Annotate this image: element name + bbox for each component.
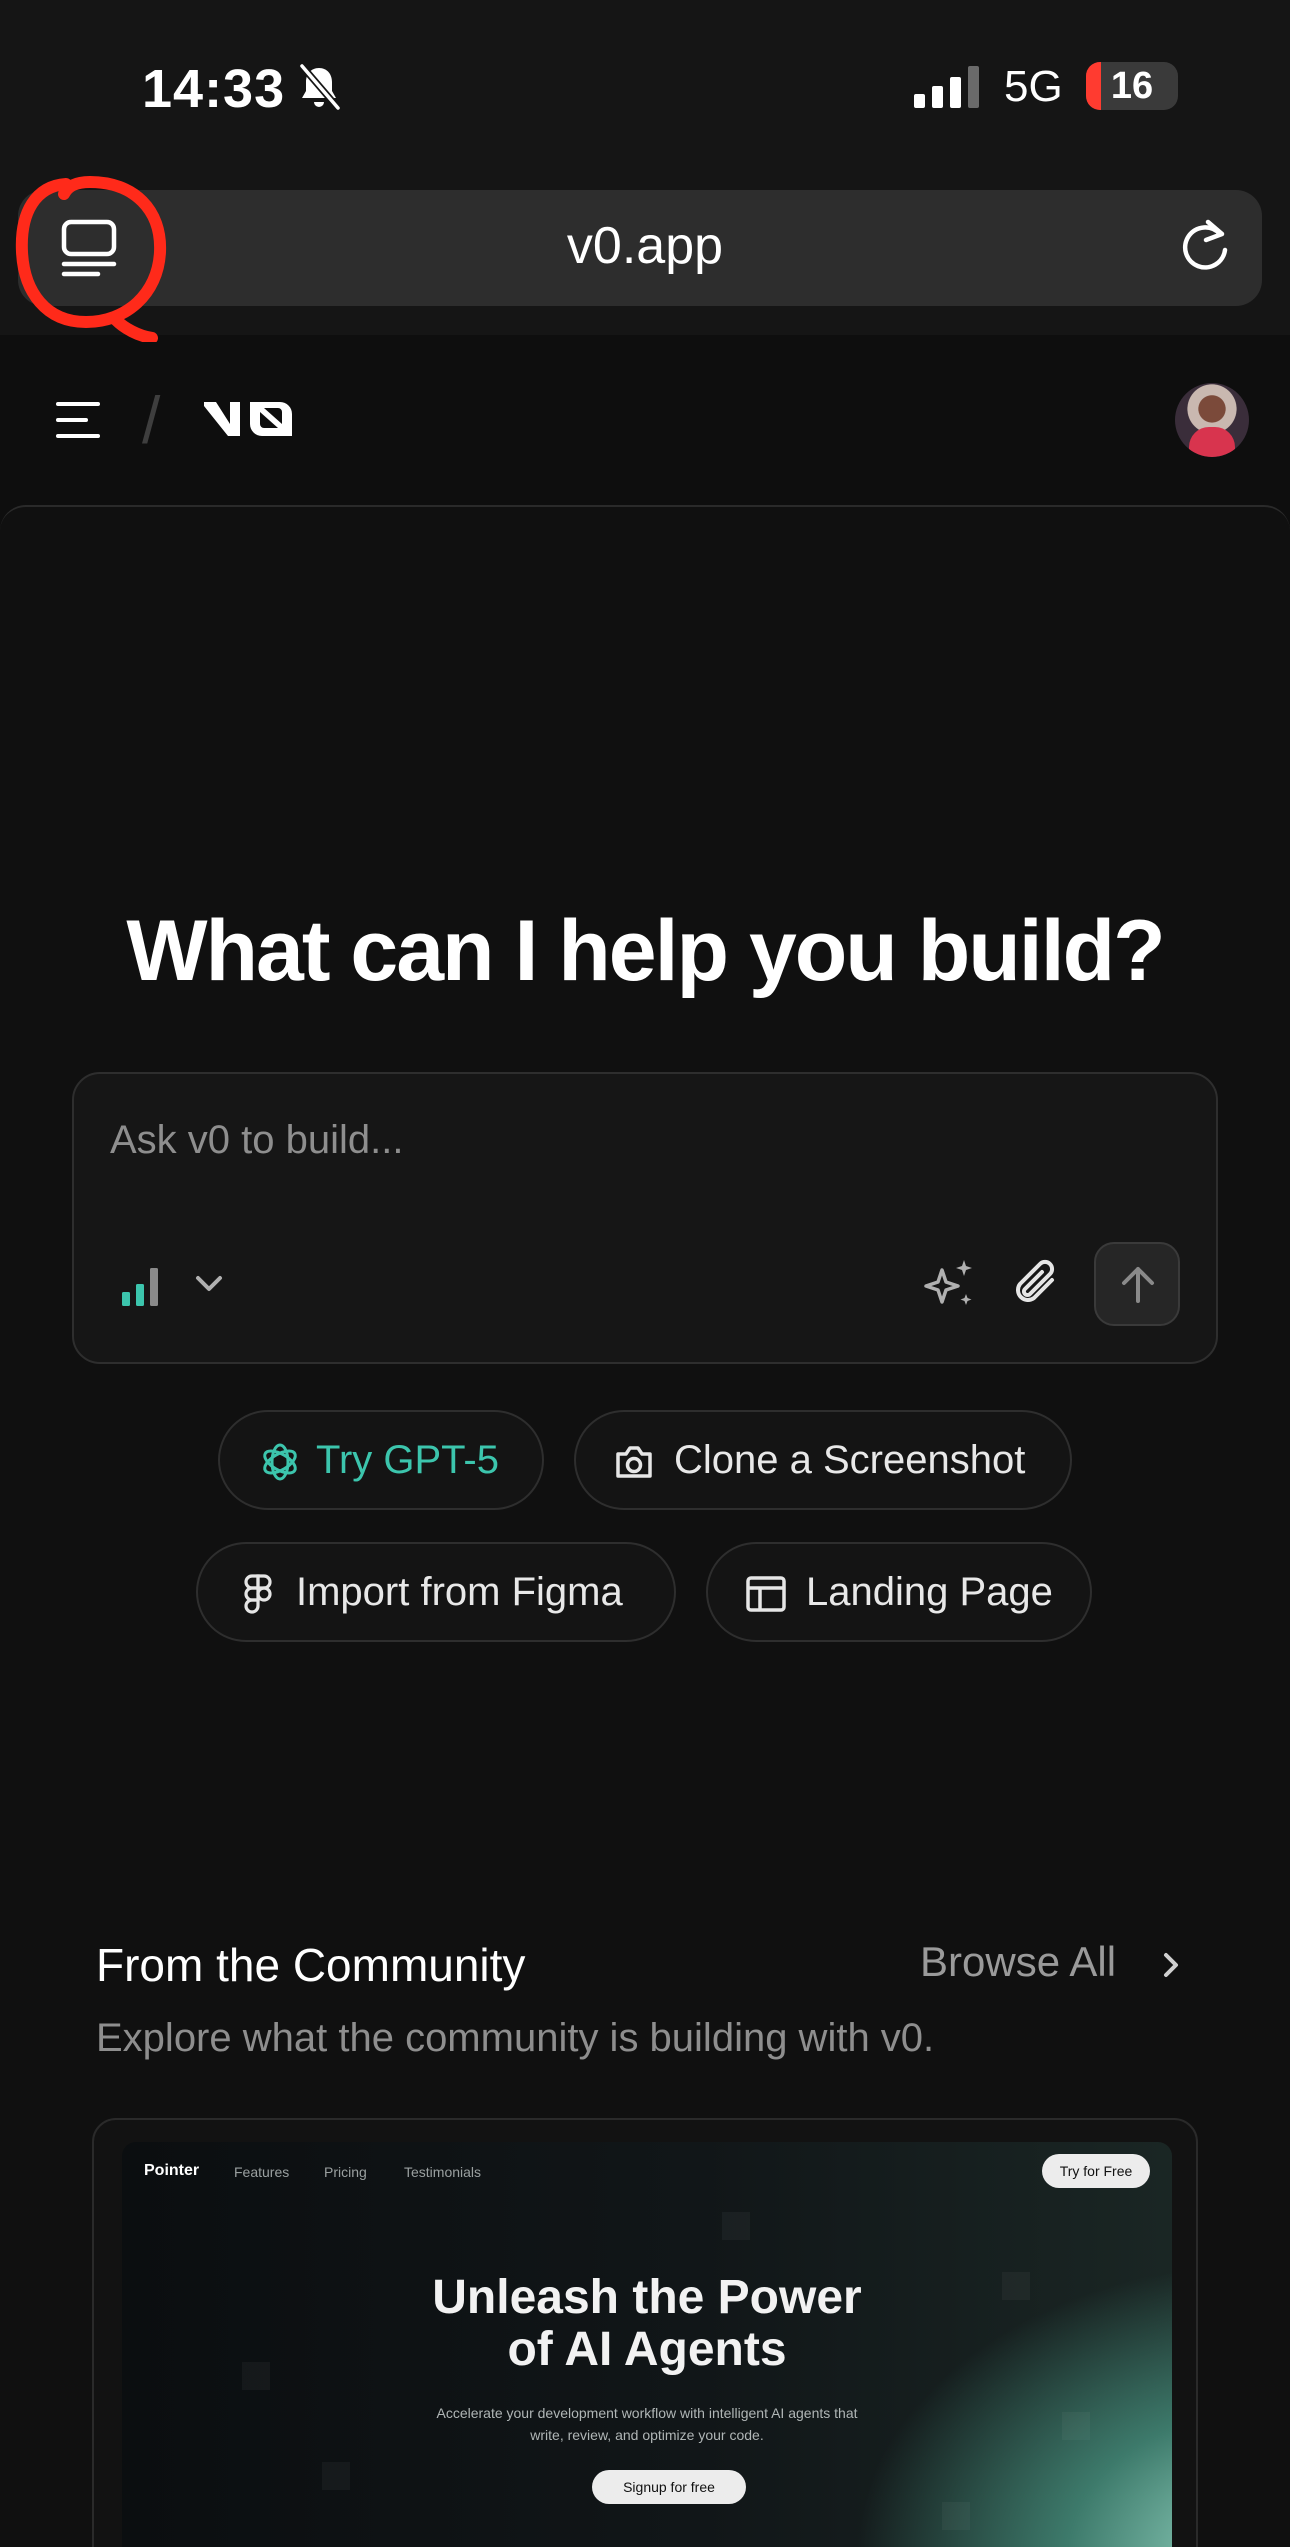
avatar-detail [1189, 427, 1235, 457]
page-headline: What can I help you build? [126, 903, 1165, 999]
preview-nav-item: Testimonials [404, 2164, 482, 2180]
community-project-card[interactable]: Pointer Features Pricing Testimonials Tr… [92, 2118, 1198, 2547]
openai-icon [263, 1443, 297, 1481]
url-text[interactable]: v0.app [0, 216, 1290, 276]
chip-label: Import from Figma [296, 1570, 623, 1614]
preview-headline-line: Unleash the Power [432, 2271, 862, 2324]
clone-screenshot-chip[interactable]: Clone a Screenshot [574, 1410, 1072, 1510]
preview-decor [722, 2212, 750, 2240]
preview-brand: Pointer [144, 2162, 200, 2179]
preview-signup-button: Signup for free [592, 2470, 746, 2504]
landing-page-chip[interactable]: Landing Page [706, 1542, 1092, 1642]
chevron-down-icon[interactable] [192, 1272, 226, 1296]
figma-icon [244, 1574, 272, 1614]
bell-off-icon [299, 63, 341, 111]
preview-subtitle: Accelerate your development workflow wit… [436, 2405, 858, 2443]
try-gpt5-chip[interactable]: Try GPT-5 [218, 1410, 544, 1510]
chip-label: Landing Page [806, 1570, 1053, 1614]
arrow-up-icon [1122, 1267, 1154, 1303]
import-figma-chip[interactable]: Import from Figma [196, 1542, 676, 1642]
model-level-icon[interactable] [120, 1264, 164, 1306]
battery-level: 16 [1110, 65, 1154, 107]
preview-decor [322, 2462, 350, 2490]
breadcrumb-separator: / [142, 383, 161, 457]
preview-headline: Unleash the Power of AI Agents [122, 2272, 1172, 2376]
chevron-right-icon[interactable] [1158, 1950, 1184, 1980]
send-button[interactable] [1094, 1242, 1180, 1326]
community-subtitle: Explore what the community is building w… [96, 2016, 935, 2060]
screen: 14:33 5G 16 v0.app / What can I help you… [0, 0, 1290, 2547]
camera-icon [616, 1446, 652, 1478]
chip-label: Clone a Screenshot [674, 1438, 1026, 1482]
browse-all-link[interactable]: Browse All [920, 1938, 1116, 1986]
menu-icon[interactable] [54, 398, 102, 442]
v0-logo-icon[interactable] [202, 396, 294, 440]
preview-headline-line: of AI Agents [507, 2323, 787, 2376]
status-time: 14:33 [142, 59, 286, 119]
user-avatar[interactable] [1175, 383, 1249, 457]
battery-indicator: 16 [1086, 62, 1178, 110]
sparkle-enhance-icon[interactable] [922, 1256, 978, 1312]
community-title: From the Community [96, 1939, 526, 1991]
preview-nav-item: Pricing [324, 2164, 367, 2180]
preview-cta: Try for Free [1042, 2154, 1150, 2188]
preview-nav-item: Features [234, 2164, 290, 2180]
reload-icon[interactable] [1176, 214, 1234, 278]
preview-decor [1062, 2412, 1090, 2440]
layout-icon [746, 1576, 786, 1612]
project-preview-image: Pointer Features Pricing Testimonials Tr… [122, 2142, 1172, 2547]
prompt-input[interactable] [110, 1112, 1110, 1168]
battery-nub [1172, 76, 1178, 94]
chip-label: Try GPT-5 [316, 1438, 499, 1482]
paperclip-icon[interactable] [1008, 1256, 1064, 1312]
cellular-signal-icon [914, 66, 979, 108]
preview-decor [942, 2502, 970, 2530]
network-type: 5G [1004, 62, 1063, 111]
